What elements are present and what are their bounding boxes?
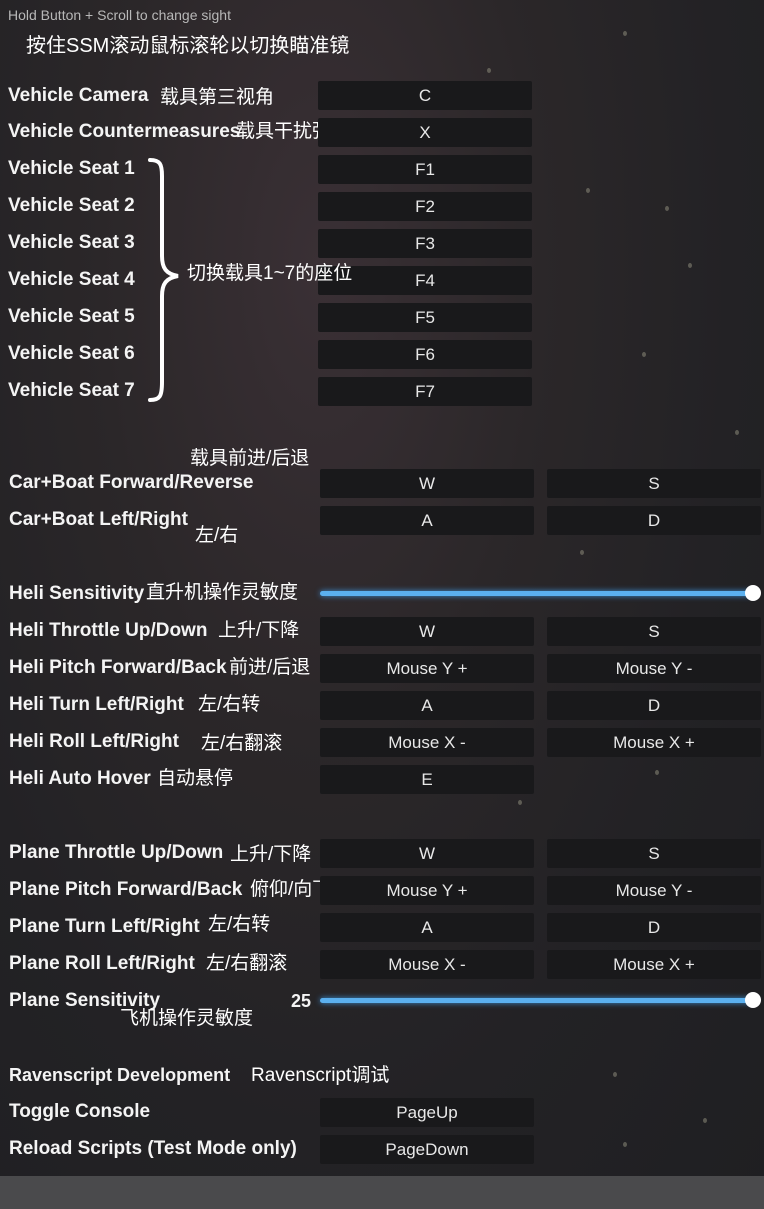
seat-group-brace (148, 158, 179, 402)
heli-throttle-cn: 上升/下降 (218, 620, 300, 641)
plane-roll-left-key[interactable]: Mouse X - (320, 950, 534, 979)
heli-turn-label: Heli Turn Left/Right (9, 694, 184, 715)
heli-pitch-back-key[interactable]: Mouse Y - (547, 654, 761, 683)
plane-roll-right-key[interactable]: Mouse X + (547, 950, 761, 979)
scroll-hint-cn: 按住SSM滚动鼠标滚轮以切换瞄准镜 (26, 35, 350, 57)
car-left-right-label: Car+Boat Left/Right (9, 509, 188, 530)
car-forward-label: Car+Boat Forward/Reverse (9, 472, 254, 493)
heli-throttle-up-key[interactable]: W (320, 617, 534, 646)
vehicle-countermeasures-cn: 载具干扰弹 (236, 121, 332, 142)
vehicle-countermeasures-key[interactable]: X (318, 118, 532, 147)
ravenscript-section-cn: Ravenscript调试 (251, 1065, 390, 1086)
heli-roll-left-key[interactable]: Mouse X - (320, 728, 534, 757)
vehicle-seat-3-key[interactable]: F3 (318, 229, 532, 258)
scroll-hint: Hold Button + Scroll to change sight (8, 7, 231, 23)
vehicle-seat-6-label: Vehicle Seat 6 (8, 343, 135, 364)
vehicle-seat-2-label: Vehicle Seat 2 (8, 195, 135, 216)
vehicle-seat-6-key[interactable]: F6 (318, 340, 532, 369)
heli-turn-left-key[interactable]: A (320, 691, 534, 720)
plane-turn-right-key[interactable]: D (547, 913, 761, 942)
plane-sensitivity-value: 25 (291, 991, 312, 1011)
heli-auto-hover-cn: 自动悬停 (157, 768, 234, 789)
vehicle-seat-2-key[interactable]: F2 (318, 192, 532, 221)
vehicle-seat-7-key[interactable]: F7 (318, 377, 532, 406)
vehicle-camera-cn: 载具第三视角 (160, 87, 275, 108)
heli-roll-cn: 左/右翻滚 (201, 733, 283, 754)
vehicle-seat-7-label: Vehicle Seat 7 (8, 380, 135, 401)
plane-throttle-down-key[interactable]: S (547, 839, 761, 868)
vehicle-seat-4-label: Vehicle Seat 4 (8, 269, 135, 290)
plane-turn-cn: 左/右转 (208, 914, 271, 935)
reload-scripts-key[interactable]: PageDown (320, 1135, 534, 1164)
vehicle-camera-key[interactable]: C (318, 81, 532, 110)
bottom-strip (0, 1176, 764, 1209)
vehicle-countermeasures-label: Vehicle Countermeasures (8, 121, 241, 142)
heli-pitch-label: Heli Pitch Forward/Back (9, 657, 227, 678)
toggle-console-label: Toggle Console (9, 1101, 151, 1122)
heli-sensitivity-label: Heli Sensitivity (9, 583, 145, 604)
plane-throttle-label: Plane Throttle Up/Down (9, 842, 224, 863)
heli-pitch-cn: 前进/后退 (229, 657, 311, 678)
heli-sensitivity-knob[interactable] (745, 585, 761, 601)
heli-turn-right-key[interactable]: D (547, 691, 761, 720)
ravenscript-section-label: Ravenscript Development (9, 1065, 231, 1085)
plane-sensitivity-knob[interactable] (745, 992, 761, 1008)
vehicle-seat-5-label: Vehicle Seat 5 (8, 306, 135, 327)
plane-pitch-label: Plane Pitch Forward/Back (9, 879, 243, 900)
vehicle-seat-1-label: Vehicle Seat 1 (8, 158, 135, 179)
plane-throttle-up-key[interactable]: W (320, 839, 534, 868)
heli-auto-hover-key[interactable]: E (320, 765, 534, 794)
plane-pitch-back-key[interactable]: Mouse Y - (547, 876, 761, 905)
plane-sensitivity-slider[interactable] (320, 998, 753, 1003)
vehicle-seat-1-key[interactable]: F1 (318, 155, 532, 184)
vehicle-seats-cn: 切换载具1~7的座位 (187, 263, 353, 284)
heli-sensitivity-slider[interactable] (320, 591, 753, 596)
car-forward-cn: 载具前进/后退 (190, 448, 310, 469)
plane-throttle-cn: 上升/下降 (230, 844, 312, 865)
car-right-key[interactable]: D (547, 506, 761, 535)
heli-auto-hover-label: Heli Auto Hover (9, 768, 151, 789)
heli-throttle-down-key[interactable]: S (547, 617, 761, 646)
plane-roll-label: Plane Roll Left/Right (9, 953, 195, 974)
car-reverse-key[interactable]: S (547, 469, 761, 498)
car-forward-key[interactable]: W (320, 469, 534, 498)
plane-sensitivity-cn: 飞机操作灵敏度 (120, 1008, 254, 1029)
reload-scripts-label: Reload Scripts (Test Mode only) (9, 1138, 297, 1159)
vehicle-seat-3-label: Vehicle Seat 3 (8, 232, 135, 253)
heli-sensitivity-cn: 直升机操作灵敏度 (146, 582, 299, 603)
heli-pitch-forward-key[interactable]: Mouse Y + (320, 654, 534, 683)
heli-roll-right-key[interactable]: Mouse X + (547, 728, 761, 757)
car-left-key[interactable]: A (320, 506, 534, 535)
heli-turn-cn: 左/右转 (198, 694, 261, 715)
vehicle-camera-label: Vehicle Camera (8, 85, 149, 106)
heli-roll-label: Heli Roll Left/Right (9, 731, 179, 752)
toggle-console-key[interactable]: PageUp (320, 1098, 534, 1127)
heli-throttle-label: Heli Throttle Up/Down (9, 620, 208, 641)
plane-roll-cn: 左/右翻滚 (206, 953, 288, 974)
plane-turn-label: Plane Turn Left/Right (9, 916, 200, 937)
vehicle-seat-5-key[interactable]: F5 (318, 303, 532, 332)
plane-pitch-forward-key[interactable]: Mouse Y + (320, 876, 534, 905)
plane-turn-left-key[interactable]: A (320, 913, 534, 942)
car-left-right-cn: 左/右 (195, 525, 239, 546)
